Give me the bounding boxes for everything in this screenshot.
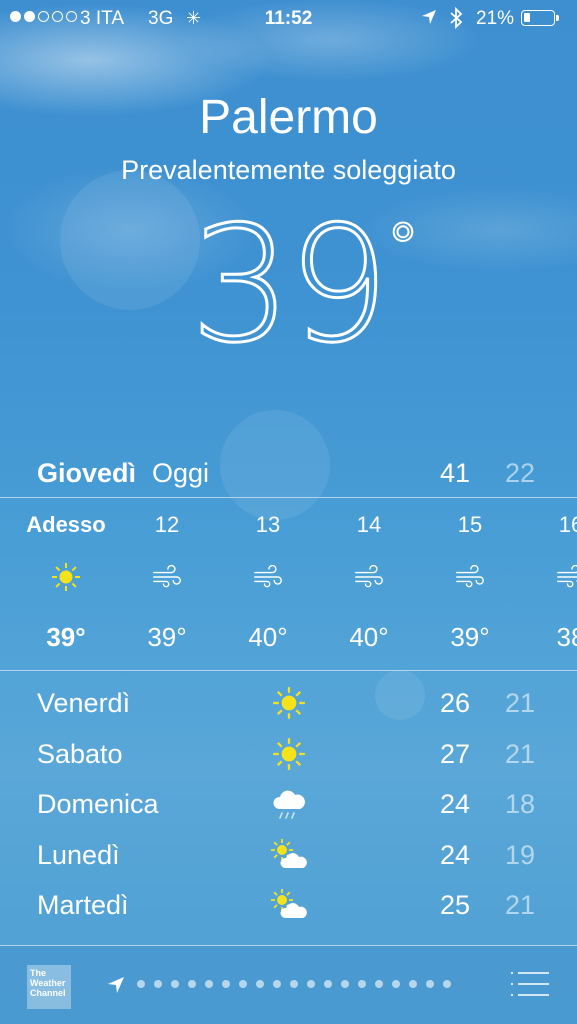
page-dot[interactable]: [154, 980, 162, 988]
rain-cloud-icon: [270, 787, 308, 821]
lens-flare: [60, 170, 200, 310]
daily-high: 26: [440, 688, 471, 718]
daily-day: Lunedì: [37, 839, 120, 870]
hourly-temp: 39°: [450, 622, 490, 652]
hourly-temp: 38: [556, 622, 577, 652]
wind-icon: [152, 562, 182, 592]
battery-percentage: 21%: [476, 8, 515, 29]
daily-high: 25: [440, 890, 471, 920]
sun-icon: [270, 737, 308, 771]
daily-low: 18: [505, 789, 536, 819]
daily-forecast-row: Martedì 25 21: [0, 886, 577, 936]
daily-high: 27: [440, 738, 471, 769]
degree-symbol: °: [387, 211, 419, 283]
city-name: Palermo: [199, 91, 378, 144]
wind-icon: [253, 562, 283, 592]
wind-icon: [455, 562, 485, 592]
daily-forecast-row: Venerdì 26 21: [0, 684, 577, 734]
battery-nub: [556, 15, 559, 21]
page-dot[interactable]: [324, 980, 332, 988]
page-dot[interactable]: [256, 980, 264, 988]
page-dot[interactable]: [188, 980, 196, 988]
page-indicator[interactable]: [137, 980, 451, 988]
page-dot[interactable]: [290, 980, 298, 988]
page-dot[interactable]: [307, 980, 315, 988]
divider: [0, 670, 577, 671]
page-dot[interactable]: [171, 980, 179, 988]
daily-high: 24: [440, 839, 471, 870]
bottom-toolbar: The Weather Channel: [0, 945, 577, 1024]
daily-low: 21: [505, 890, 536, 920]
battery-fill: [524, 13, 530, 22]
hourly-hour: 13: [255, 512, 281, 537]
weather-condition: Prevalentemente soleggiato: [121, 155, 456, 185]
hourly-temp: 40°: [349, 622, 389, 652]
wind-icon: [556, 562, 577, 592]
bluetooth-icon: [448, 6, 464, 36]
page-dot[interactable]: [273, 980, 281, 988]
today-day: Giovedì: [37, 458, 137, 488]
hourly-hour: 15: [457, 512, 483, 537]
page-dot[interactable]: [443, 980, 451, 988]
daily-forecast-row: Sabato 27 21: [0, 735, 577, 785]
location-arrow-icon: [420, 8, 438, 32]
sun-icon: [51, 562, 81, 592]
hourly-temp: 39°: [46, 622, 86, 652]
status-bar: 3 ITA 3G ✳ 11:52 21%: [0, 0, 577, 38]
current-location-icon[interactable]: [106, 975, 126, 1000]
today-summary-row: Giovedì Oggi 41 22: [0, 454, 577, 494]
daily-day: Domenica: [37, 789, 159, 819]
daily-forecast-row: Domenica 24 18: [0, 785, 577, 835]
city-list-icon[interactable]: [510, 971, 550, 997]
daily-day: Martedì: [37, 890, 129, 920]
today-high: 41: [440, 458, 471, 488]
current-temperature: 39: [189, 191, 392, 378]
page-dot[interactable]: [137, 980, 145, 988]
daily-forecast-row: Lunedì 24 19: [0, 836, 577, 886]
page-dot[interactable]: [341, 980, 349, 988]
page-dot[interactable]: [426, 980, 434, 988]
hourly-forecast-strip[interactable]: Adesso 39° 12 39° 13 40° 14 40° 15 39° 16 38: [0, 498, 577, 670]
sun-icon: [270, 686, 308, 720]
hourly-temp: 39°: [147, 622, 187, 652]
daily-day: Venerdì: [37, 688, 131, 718]
divider: [0, 945, 577, 946]
today-label: Oggi: [152, 458, 210, 488]
today-low: 22: [505, 458, 536, 488]
page-dot[interactable]: [239, 980, 247, 988]
page-dot[interactable]: [375, 980, 383, 988]
daily-day: Sabato: [37, 738, 123, 769]
battery-icon: [521, 10, 559, 26]
partly-cloudy-icon: [270, 888, 308, 922]
daily-low: 19: [505, 839, 536, 870]
page-dot[interactable]: [392, 980, 400, 988]
page-dot[interactable]: [409, 980, 417, 988]
hourly-temp: 40°: [248, 622, 288, 652]
daily-low: 21: [505, 738, 536, 769]
hourly-hour: 16: [558, 512, 577, 537]
wind-icon: [354, 562, 384, 592]
page-dot[interactable]: [205, 980, 213, 988]
partly-cloudy-icon: [270, 838, 308, 872]
page-dot[interactable]: [358, 980, 366, 988]
hourly-hour: 14: [356, 512, 382, 537]
hourly-hour: 12: [154, 512, 180, 537]
hourly-hour: Adesso: [26, 512, 106, 537]
daily-high: 24: [440, 789, 471, 819]
daily-low: 21: [505, 688, 536, 718]
weather-channel-logo[interactable]: The Weather Channel: [27, 965, 71, 1009]
page-dot[interactable]: [222, 980, 230, 988]
